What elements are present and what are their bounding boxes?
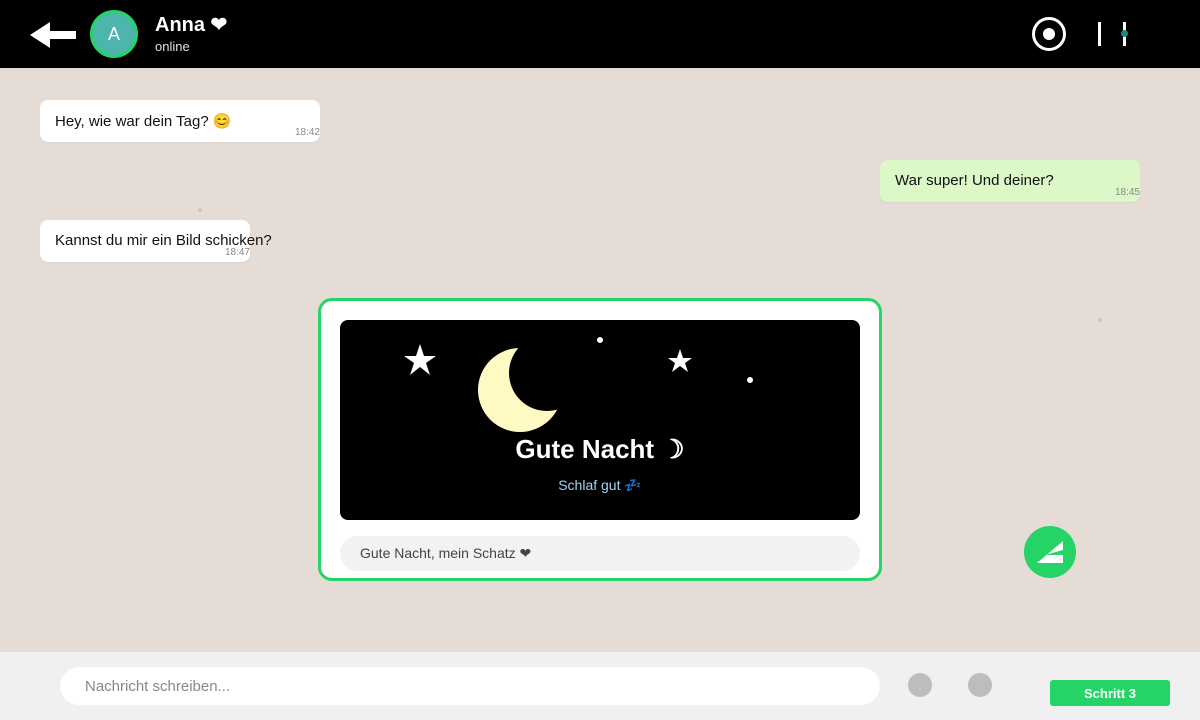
image-send-card: Gute Nacht ☽ Schlaf gut 💤 [318,298,882,581]
star-icon [404,344,436,375]
back-arrow-icon[interactable] [28,20,78,50]
star-icon [668,349,692,372]
composer-bar: Schritt 3 [0,652,1200,720]
record-icon[interactable] [1032,17,1066,51]
avatar-initial: A [107,23,120,44]
message-bubble-incoming[interactable]: Hey, wie war dein Tag? 😊 18:42 [40,100,320,142]
send-icon [1037,541,1063,563]
caption-input[interactable] [340,536,860,571]
message-bubble-incoming[interactable]: Kannst du mir ein Bild schicken? 18:47 [40,220,272,262]
attachment-icon[interactable] [908,673,932,697]
background-speck [1098,318,1102,322]
image-title: Gute Nacht ☽ [515,434,685,464]
camera-icon[interactable] [968,673,992,697]
message-text: Hey, wie war dein Tag? 😊 [55,113,232,130]
step-button[interactable]: Schritt 3 [1050,680,1170,706]
message-time: 18:47 [224,247,250,258]
send-button[interactable] [1024,526,1076,578]
background-speck [198,208,202,212]
star-dot-icon [597,337,603,343]
message-time: 18:42 [294,127,320,138]
avatar[interactable]: A [90,10,138,58]
message-text: War super! Und deiner? [895,172,1054,189]
contact-status: online [155,39,190,54]
good-night-image[interactable]: Gute Nacht ☽ Schlaf gut 💤 [340,320,860,520]
message-input[interactable] [60,667,880,705]
slider-menu-icon[interactable] [1090,20,1134,48]
image-subtitle: Schlaf gut 💤 [558,477,642,493]
star-dot-icon [747,377,753,383]
message-bubble-outgoing[interactable]: War super! Und deiner? 18:45 [880,160,1140,202]
contact-name[interactable]: Anna ❤ [155,12,227,37]
message-time: 18:45 [1114,187,1140,198]
chat-header: A Anna ❤ online [0,0,1200,68]
